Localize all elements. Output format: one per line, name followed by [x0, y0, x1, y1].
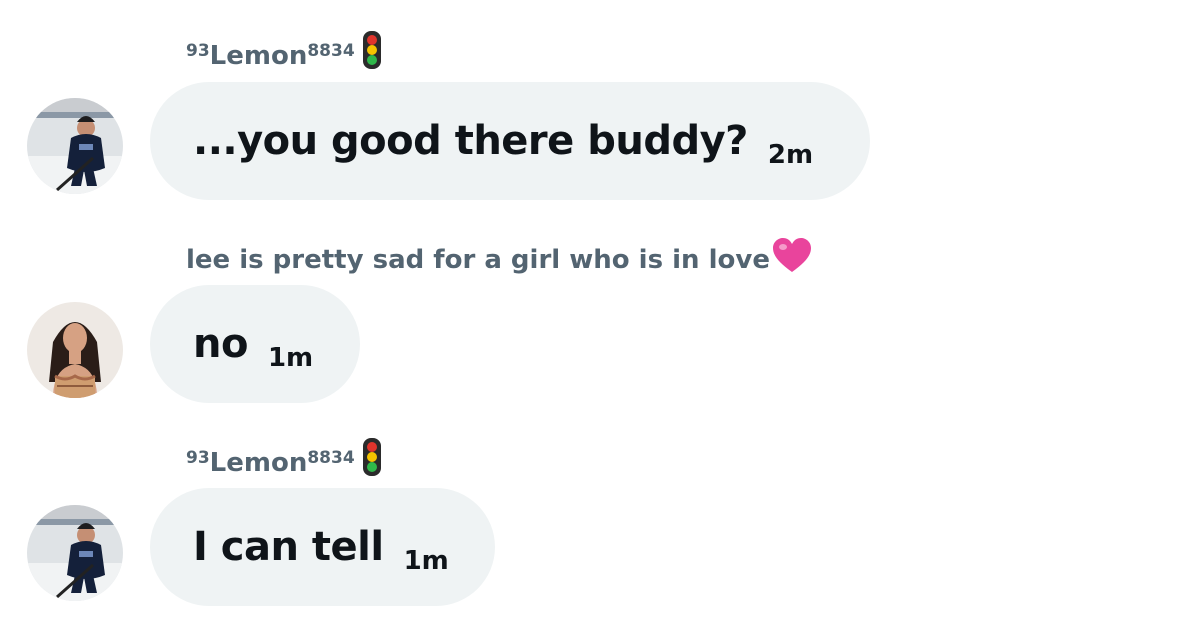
- message-bubble[interactable]: ...you good there buddy? 2m: [150, 82, 870, 200]
- hockey-player-avatar[interactable]: [27, 505, 123, 601]
- sender-name-main: Lemon: [209, 447, 308, 478]
- sender-name[interactable]: 93 Lemon 8834: [186, 437, 383, 484]
- sender-name-main: lee is pretty sad for a girl who is in l…: [186, 244, 770, 275]
- traffic-light-icon: [361, 30, 383, 77]
- dm-thread: 93 Lemon 8834 ...you good there buddy? 2…: [0, 0, 1179, 630]
- message-timestamp: 1m: [403, 546, 449, 576]
- sender-name-prefix: 93: [186, 447, 210, 468]
- woman-avatar[interactable]: [27, 302, 123, 398]
- sender-name[interactable]: 93 Lemon 8834: [186, 30, 383, 77]
- traffic-light-icon: [361, 437, 383, 484]
- sender-name-suffix: 8834: [307, 40, 355, 61]
- hockey-player-avatar[interactable]: [27, 98, 123, 194]
- message-text: I can tell: [193, 524, 384, 570]
- sender-name-suffix: 8834: [307, 447, 355, 468]
- message-bubble[interactable]: I can tell 1m: [150, 488, 495, 606]
- message-text: no: [193, 321, 248, 367]
- message-bubble[interactable]: no 1m: [150, 285, 360, 403]
- message-timestamp: 1m: [267, 343, 314, 373]
- message-text: ...you good there buddy?: [193, 118, 748, 164]
- sender-name-main: Lemon: [209, 40, 308, 71]
- sender-name[interactable]: lee is pretty sad for a girl who is in l…: [186, 238, 812, 281]
- message-timestamp: 2m: [767, 140, 814, 170]
- pink-heart-icon: [772, 238, 812, 281]
- sender-name-prefix: 93: [186, 40, 210, 61]
